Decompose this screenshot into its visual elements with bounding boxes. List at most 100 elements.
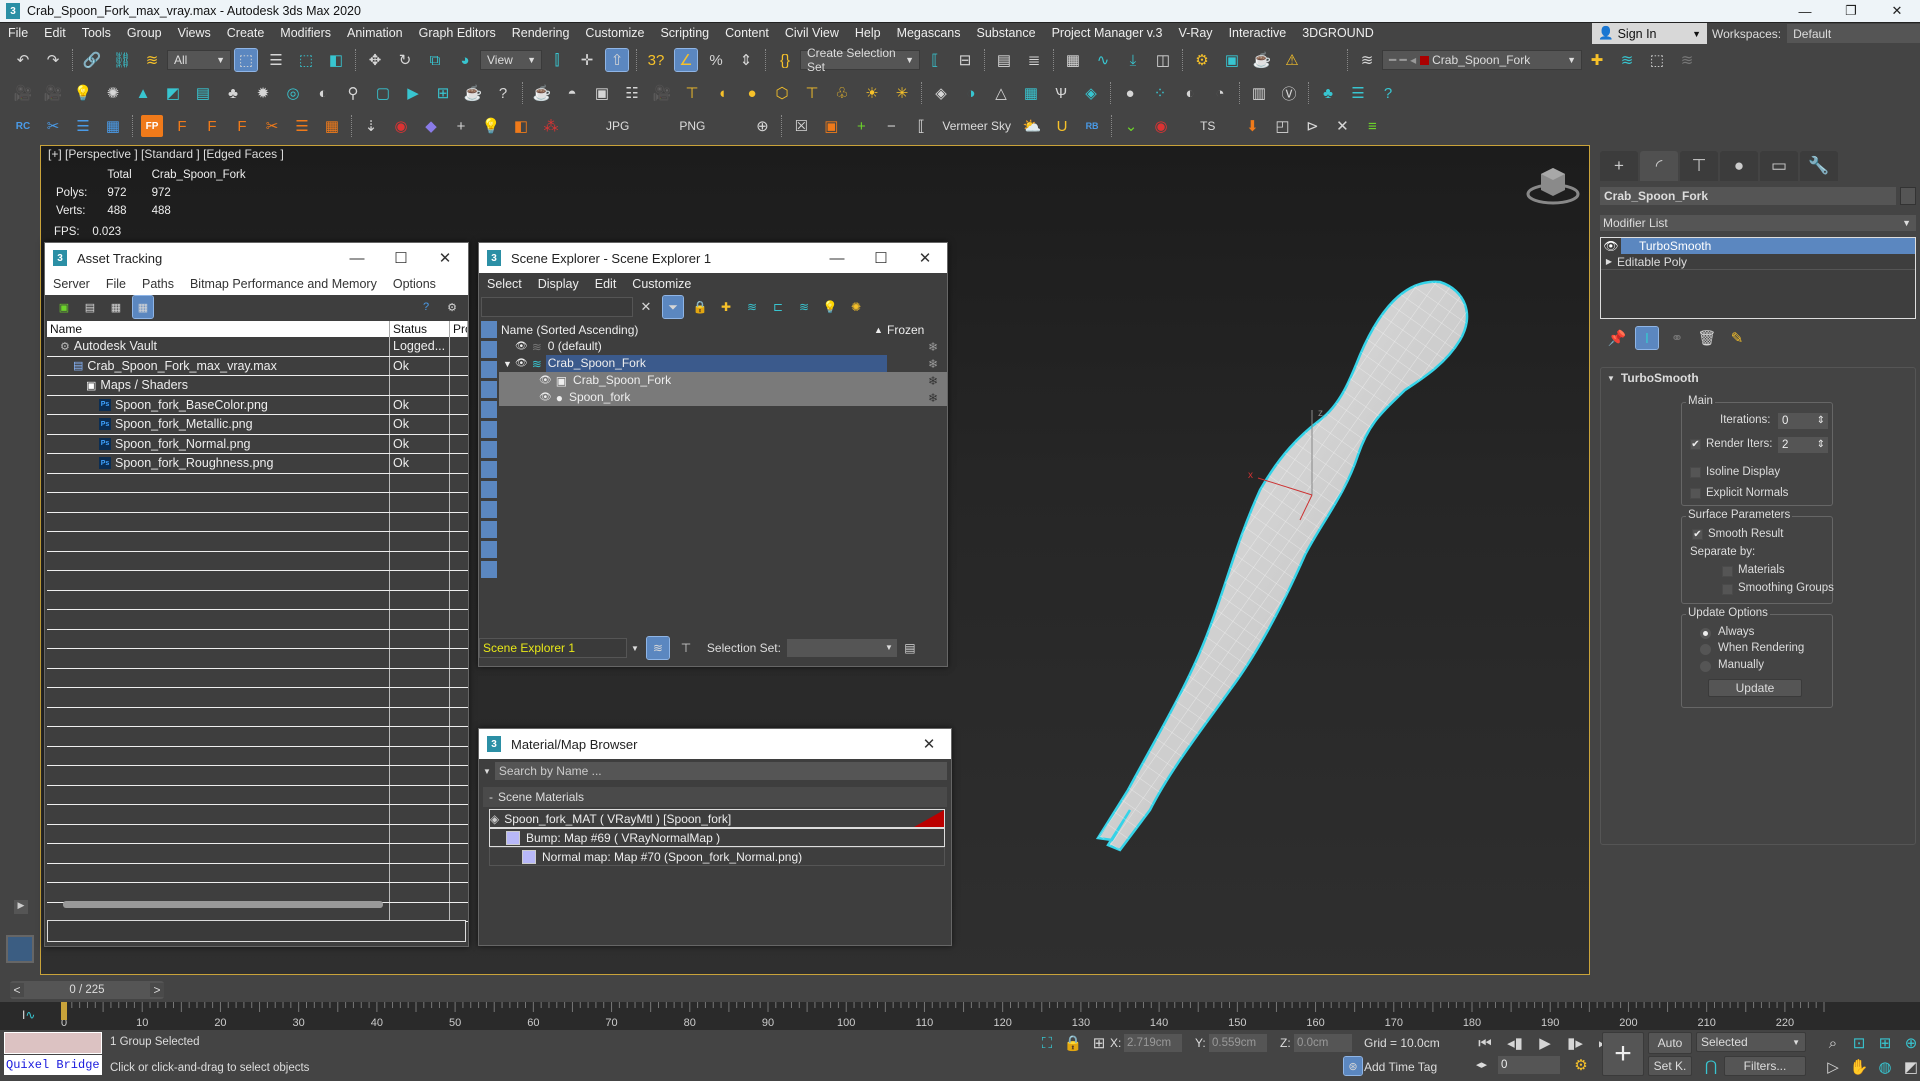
table-view-icon[interactable]: ▦ — [132, 295, 154, 319]
scatter-icon[interactable]: ♣ — [222, 82, 244, 104]
asset-row[interactable]: Ps Spoon_fork_Roughness.png Ok — [47, 454, 468, 474]
material-tree-item[interactable]: ◈ Spoon_fork_MAT ( VRayMtl ) [Spoon_fork] — [489, 809, 945, 828]
help-icon[interactable]: ? — [417, 296, 435, 318]
frame-buffer-icon[interactable]: ▤ — [192, 82, 214, 104]
current-frame-spinner[interactable]: 0 — [1498, 1056, 1560, 1074]
fp-settings-icon[interactable]: F — [201, 115, 223, 137]
zoom-extents-icon[interactable]: ⊞ — [1874, 1032, 1896, 1054]
horizontal-scrollbar[interactable] — [63, 901, 383, 908]
instancer-icon[interactable]: ▦ — [1020, 82, 1042, 104]
notes-icon[interactable]: ☰ — [1347, 82, 1369, 104]
layer-dropdown[interactable]: ━ ━ ◂ Crab_Spoon_Fork ▼ — [1382, 50, 1582, 70]
cross-icon[interactable]: ✕ — [1331, 115, 1353, 137]
maximize-viewport-icon[interactable]: ◩ — [1900, 1056, 1920, 1078]
manage-layers-icon[interactable]: ≋ — [1356, 49, 1378, 71]
menu-edit[interactable]: Edit — [36, 26, 74, 40]
arrow-down-icon[interactable]: ⬇ — [1241, 115, 1263, 137]
menu-display[interactable]: Display — [530, 277, 587, 291]
menu-vray[interactable]: V-Ray — [1171, 26, 1221, 40]
camera-record-icon[interactable]: 🎥 — [651, 82, 673, 104]
set-key-big-button[interactable]: + — [1602, 1032, 1644, 1076]
dome-light-icon[interactable]: ◓ — [561, 82, 583, 104]
reference-coordinate-dropdown[interactable]: View ▼ — [480, 50, 542, 70]
place-icon[interactable]: ◕ — [454, 49, 476, 71]
freeze-toggle-icon[interactable]: ❄ — [904, 338, 962, 355]
set-current-layer-icon[interactable]: ≋ — [1676, 49, 1698, 71]
selection-lock-icon[interactable]: 🔒 — [1062, 1032, 1084, 1054]
spinner-snap-icon[interactable]: ⇕ — [735, 49, 757, 71]
materials-checkbox[interactable] — [1722, 566, 1733, 577]
display-containers-icon[interactable] — [481, 501, 497, 518]
material-wrapper-icon[interactable]: ◔ — [1209, 82, 1231, 104]
key-filter-dropdown[interactable]: Selected ▼ — [1696, 1032, 1806, 1052]
pin-stack-icon[interactable]: 📌 — [1606, 327, 1628, 349]
angle-snap-icon[interactable]: ∠ — [674, 48, 698, 72]
go-to-start-icon[interactable]: ⏮ — [1474, 1032, 1496, 1054]
column-frozen[interactable]: Frozen — [887, 323, 924, 337]
eye-icon[interactable]: 👁 — [1601, 238, 1621, 254]
make-unique-icon[interactable]: ⚭ — [1666, 327, 1688, 349]
time-tag-icon[interactable]: ⊛ — [1343, 1056, 1363, 1076]
menu-options[interactable]: Options — [385, 277, 444, 291]
material-sphere-icon[interactable]: ● — [1119, 82, 1141, 104]
add-green-icon[interactable]: + — [850, 115, 872, 137]
asset-row[interactable]: ▤ Crab_Spoon_Fork_max_vray.max Ok — [47, 356, 468, 376]
fp-export-icon[interactable]: F — [231, 115, 253, 137]
scene-row[interactable]: 👁 ≋ 0 (default) ❄ — [499, 338, 947, 355]
geometry-cube-icon[interactable]: ◈ — [930, 82, 952, 104]
sphere-fade-icon[interactable]: ◎ — [282, 82, 304, 104]
material-tree-item[interactable]: Bump: Map #69 ( VRayNormalMap ) — [489, 828, 945, 847]
expand-arrow-icon[interactable]: ▼ — [503, 359, 515, 369]
render-setup-icon[interactable]: ⚙ — [1191, 49, 1213, 71]
bake-icon[interactable]: ▥ — [1248, 82, 1270, 104]
list-bullets-icon[interactable]: ☰ — [72, 115, 94, 137]
fp-grid-icon[interactable]: ▦ — [321, 115, 343, 137]
column-status[interactable]: Status — [390, 321, 450, 337]
camera-icon[interactable]: 🎥 — [12, 82, 34, 104]
maxscript-listener[interactable] — [4, 1032, 102, 1054]
render-region-icon[interactable]: ▶ — [402, 82, 424, 104]
field-of-view-icon[interactable]: ▷ — [1822, 1056, 1844, 1078]
column-name[interactable]: Name — [47, 321, 390, 337]
scale-icon[interactable]: ⧉ — [424, 49, 446, 71]
display-tab-icon[interactable]: ▭ — [1760, 151, 1798, 181]
track-bar[interactable]: I∿ 0 10 20 30 40 50 60 70 80 90 100 110 120 130 140 150… — [0, 1002, 1920, 1030]
selection-filter-dropdown[interactable]: All ▼ — [167, 50, 231, 70]
record-icon[interactable]: ◉ — [1150, 115, 1172, 137]
align-icon[interactable]: ⊟ — [954, 49, 976, 71]
menu-file[interactable]: File — [0, 26, 36, 40]
close-button[interactable]: ✕ — [1874, 0, 1920, 22]
visibility-eye-icon[interactable]: 👁 — [515, 358, 528, 369]
auto-key-button[interactable]: Auto — [1648, 1032, 1692, 1054]
update-manually-radio[interactable] — [1700, 661, 1711, 672]
modifier-list-dropdown[interactable]: Modifier List ▼ — [1600, 215, 1916, 231]
zoom-all-icon[interactable]: ⊡ — [1848, 1032, 1870, 1054]
hierarchy-tab-icon[interactable]: ⊤ — [1680, 151, 1718, 181]
jpg-button[interactable]: JPG — [606, 119, 629, 133]
explicit-normals-checkbox[interactable] — [1690, 488, 1701, 499]
maximize-button[interactable]: ☐ — [379, 243, 423, 273]
menu-views[interactable]: Views — [170, 26, 219, 40]
menu-content[interactable]: Content — [717, 26, 777, 40]
fp-list-icon[interactable]: ☰ — [291, 115, 313, 137]
fur-icon[interactable]: ▲ — [132, 82, 154, 104]
diamond-icon[interactable]: ◆ — [420, 115, 442, 137]
update-always-radio[interactable] — [1700, 628, 1711, 639]
percent-snap-icon[interactable]: % — [705, 49, 727, 71]
display-cameras-icon[interactable] — [481, 381, 497, 398]
clipper-icon[interactable]: ◑ — [960, 82, 982, 104]
menu-group[interactable]: Group — [119, 26, 170, 40]
display-shapes-icon[interactable] — [481, 341, 497, 358]
ambient-light-icon[interactable]: ✳ — [891, 82, 913, 104]
sky-icon[interactable]: ⛅ — [1021, 115, 1043, 137]
plus-icon[interactable]: + — [450, 115, 472, 137]
hamburger-green-icon[interactable]: ≡ — [1361, 115, 1383, 137]
maximize-button[interactable]: ☐ — [859, 243, 903, 273]
cube-colors-icon[interactable]: ⁂ — [540, 115, 562, 137]
display-frozen-icon[interactable] — [481, 561, 497, 578]
proxy-icon[interactable]: ◩ — [162, 82, 184, 104]
previous-frame-icon[interactable]: < — [10, 983, 24, 997]
grid-tiles-icon[interactable]: ▦ — [102, 115, 124, 137]
snaps-toggle-icon[interactable]: 3? — [645, 49, 667, 71]
select-manipulate-icon[interactable]: ✛ — [576, 49, 598, 71]
